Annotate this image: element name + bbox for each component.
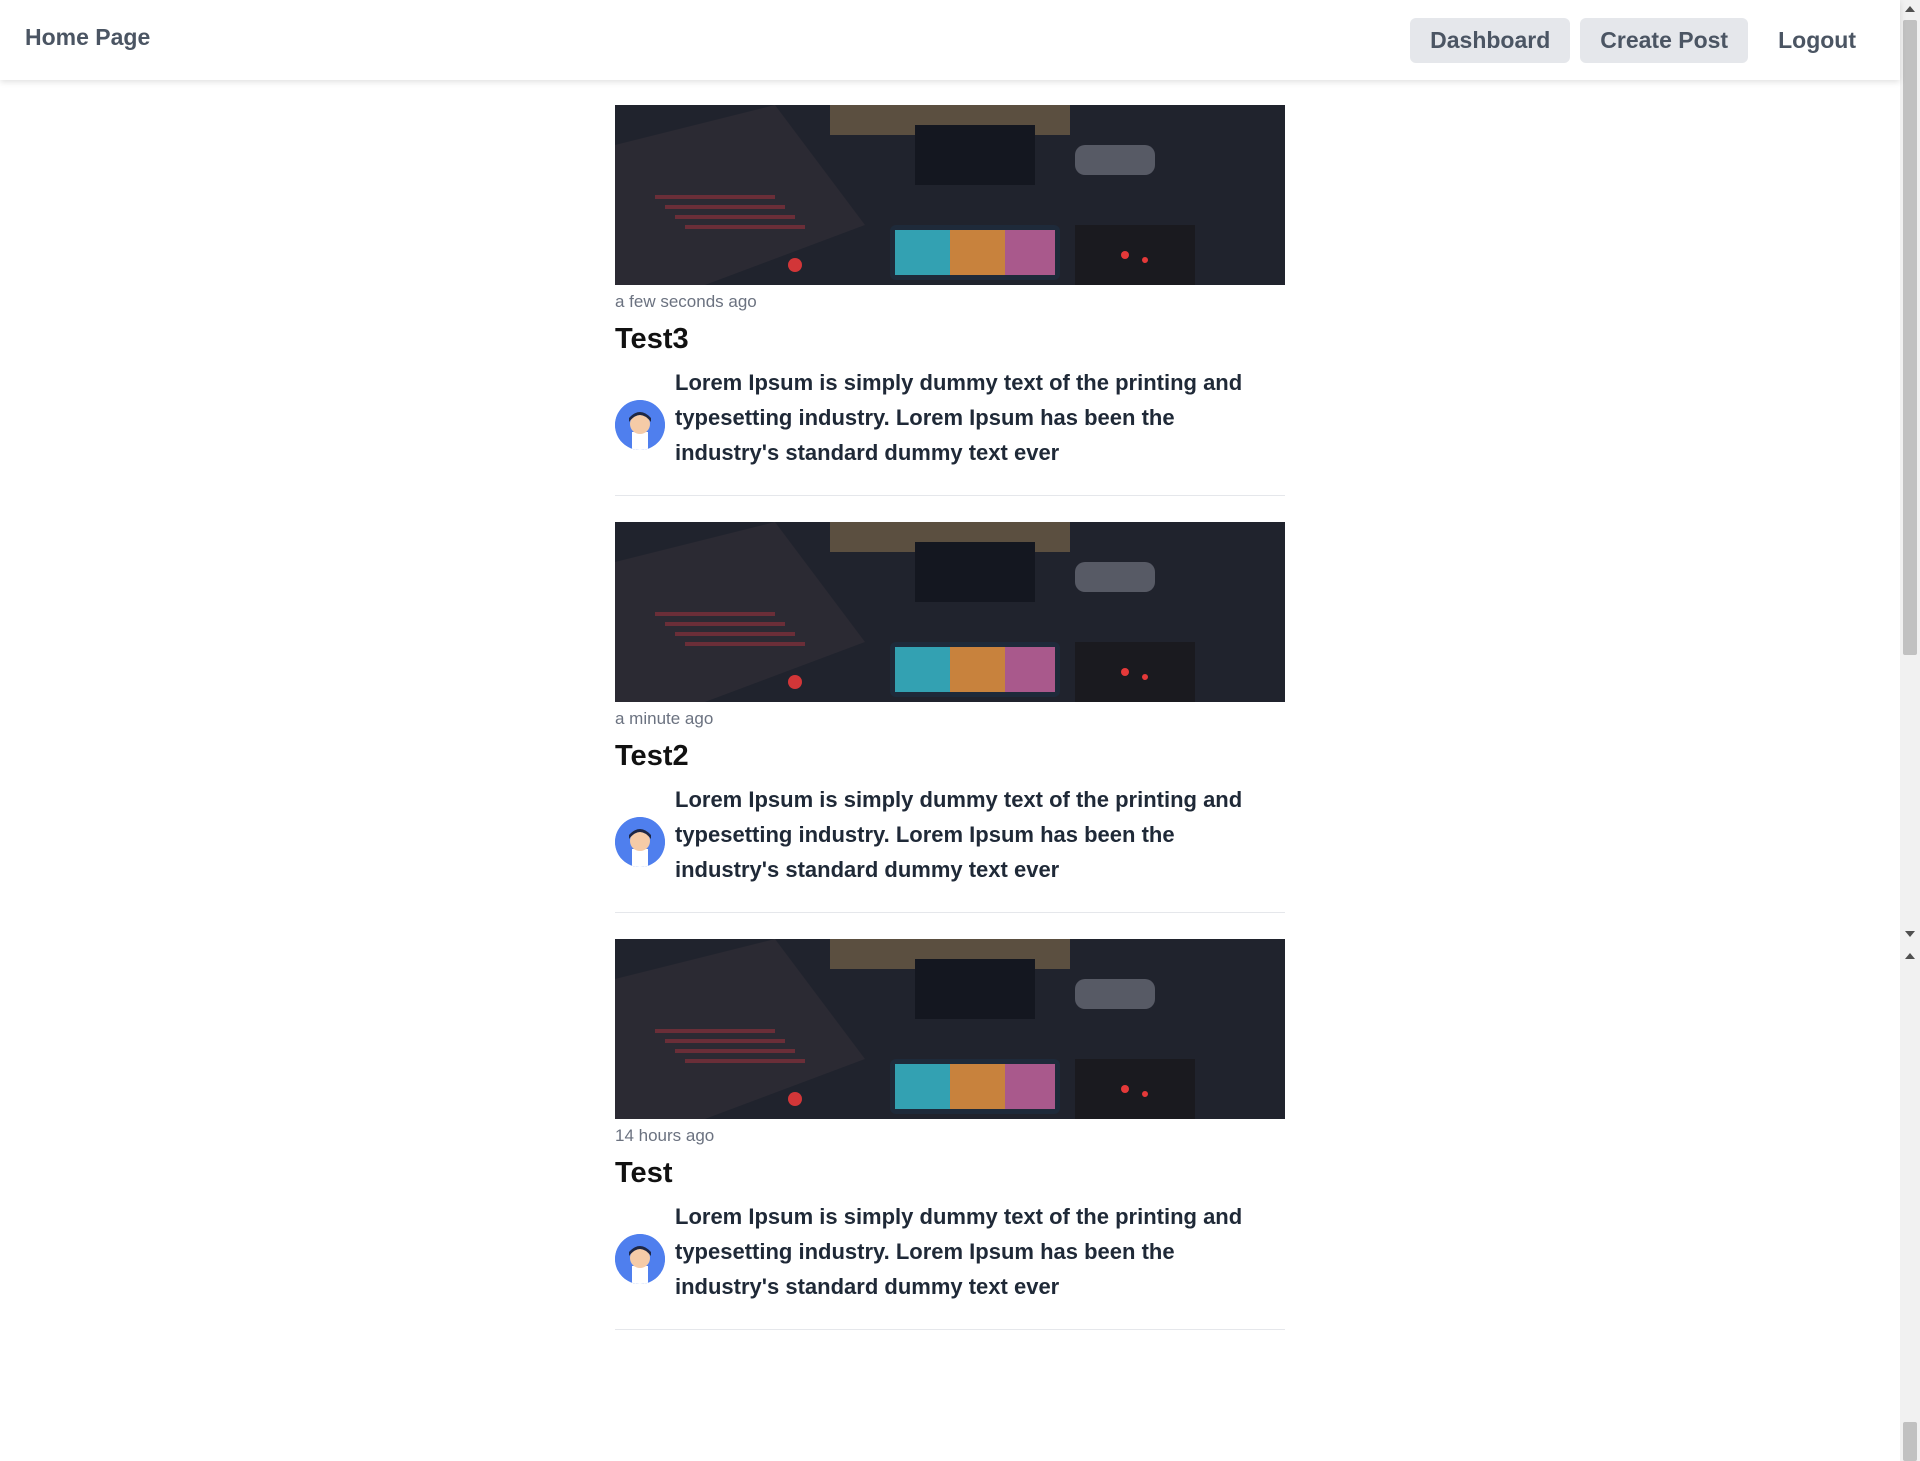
top-navbar: Home Page Dashboard Create Post Logout xyxy=(0,0,1900,80)
post-cover-image[interactable] xyxy=(615,105,1285,285)
scroll-up-arrow-icon[interactable] xyxy=(1905,953,1915,959)
user-avatar-icon xyxy=(615,1234,665,1284)
vertical-scrollbar[interactable] xyxy=(1900,0,1920,1461)
nav-actions: Dashboard Create Post Logout xyxy=(1410,18,1876,63)
home-page-link[interactable]: Home Page xyxy=(25,24,150,51)
avatar[interactable] xyxy=(615,1234,665,1284)
desk-keyboard-illustration xyxy=(615,522,1285,702)
scroll-up-arrow-icon[interactable] xyxy=(1905,6,1915,12)
post-summary-row: Lorem Ipsum is simply dummy text of the … xyxy=(615,1199,1285,1309)
scrollbar-thumb[interactable] xyxy=(1903,20,1917,655)
user-avatar-icon xyxy=(615,400,665,450)
post-title[interactable]: Test2 xyxy=(615,740,689,773)
logout-button[interactable]: Logout xyxy=(1758,18,1876,63)
post-cover-image[interactable] xyxy=(615,939,1285,1119)
post-summary-row: Lorem Ipsum is simply dummy text of the … xyxy=(615,782,1285,892)
avatar[interactable] xyxy=(615,400,665,450)
page: Home Page Dashboard Create Post Logout a… xyxy=(0,0,1920,1461)
post-cover-image[interactable] xyxy=(615,522,1285,702)
post-title[interactable]: Test3 xyxy=(615,323,689,356)
post-excerpt: Lorem Ipsum is simply dummy text of the … xyxy=(675,370,1243,465)
post-excerpt: Lorem Ipsum is simply dummy text of the … xyxy=(675,787,1243,882)
post-timestamp: 14 hours ago xyxy=(615,1126,715,1145)
post-timestamp: a few seconds ago xyxy=(615,292,757,311)
post-feed: a few seconds ago Test3 Lorem Ipsum is s… xyxy=(615,105,1285,1356)
desk-keyboard-illustration xyxy=(615,105,1285,285)
post-summary-row: Lorem Ipsum is simply dummy text of the … xyxy=(615,365,1285,475)
avatar[interactable] xyxy=(615,817,665,867)
create-post-button[interactable]: Create Post xyxy=(1580,18,1749,63)
post-timestamp: a minute ago xyxy=(615,709,714,728)
desk-keyboard-illustration xyxy=(615,939,1285,1119)
post-card: a few seconds ago Test3 Lorem Ipsum is s… xyxy=(615,105,1285,496)
scroll-down-arrow-icon[interactable] xyxy=(1905,931,1915,937)
scrollbar-thumb-lower[interactable] xyxy=(1903,1422,1917,1461)
post-excerpt: Lorem Ipsum is simply dummy text of the … xyxy=(675,1204,1243,1299)
dashboard-button[interactable]: Dashboard xyxy=(1410,18,1571,63)
post-title[interactable]: Test xyxy=(615,1157,672,1190)
user-avatar-icon xyxy=(615,817,665,867)
post-card: 14 hours ago Test Lorem Ipsum is simply … xyxy=(615,939,1285,1330)
post-card: a minute ago Test2 Lorem Ipsum is simply… xyxy=(615,522,1285,913)
